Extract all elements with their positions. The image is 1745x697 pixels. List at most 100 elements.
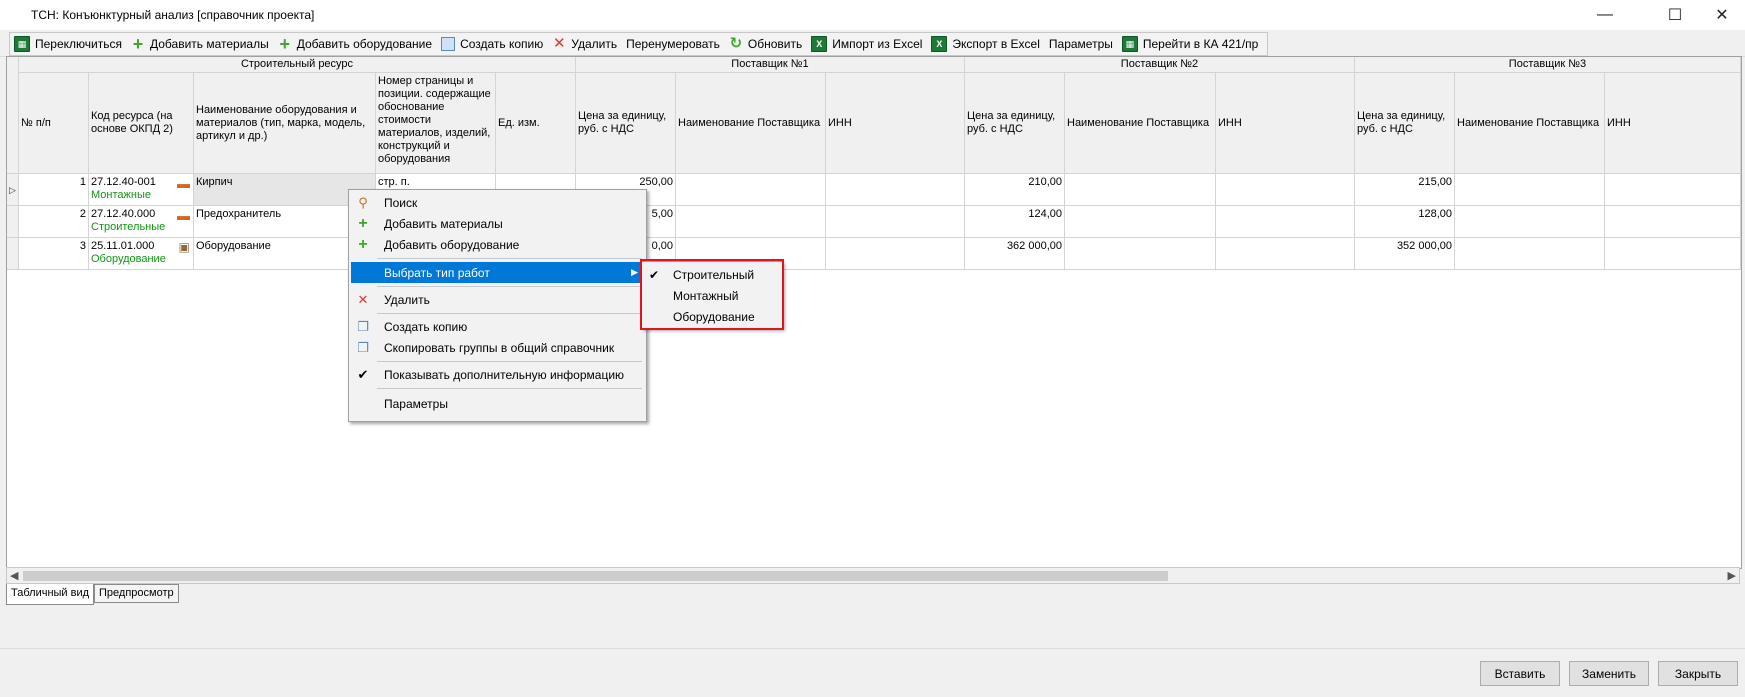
group-header-supplier3: Поставщик №3: [1355, 57, 1741, 73]
excel-icon: X: [931, 36, 948, 52]
cell-inn3[interactable]: [1605, 206, 1741, 238]
row-indicator[interactable]: ▷: [7, 174, 19, 206]
scroll-left-icon[interactable]: ◀: [10, 569, 18, 582]
menu-item-copy-groups[interactable]: ❐ Скопировать группы в общий справочник: [351, 337, 644, 358]
row-indicator[interactable]: [7, 238, 19, 270]
data-grid[interactable]: Строительный ресурс Поставщик №1 Поставщ…: [6, 56, 1742, 569]
cell-num[interactable]: 1: [19, 174, 89, 206]
parameters-button[interactable]: Параметры: [1045, 33, 1118, 55]
group-header-supplier2: Поставщик №2: [965, 57, 1355, 73]
grid-corner: [7, 57, 19, 174]
menu-item-add-materials[interactable]: + Добавить материалы: [351, 213, 644, 234]
renumber-button[interactable]: Перенумеровать: [622, 33, 725, 55]
col-header-name[interactable]: Наименование оборудования и материалов (…: [194, 73, 376, 174]
col-header-supplier-name2[interactable]: Наименование Поставщика: [1065, 73, 1216, 174]
cell-supplier-name2[interactable]: [1065, 238, 1216, 270]
minimize-button[interactable]: —: [1582, 0, 1628, 30]
tab-table-view[interactable]: Табличный вид: [6, 584, 95, 605]
col-header-unit[interactable]: Ед. изм.: [496, 73, 576, 174]
cell-code[interactable]: 25.11.01.000 Оборудование ▣: [89, 238, 194, 270]
goto-ka-button[interactable]: ▦ Перейти в КА 421/пр: [1118, 33, 1263, 55]
scroll-right-icon[interactable]: ▶: [1728, 569, 1736, 582]
close-window-button[interactable]: ✕: [1699, 0, 1745, 30]
delete-button[interactable]: ✕ Удалить: [548, 33, 622, 55]
create-copy-button[interactable]: Создать копию: [437, 33, 548, 55]
cell-supplier-name2[interactable]: [1065, 206, 1216, 238]
cell-price3[interactable]: 352 000,00: [1355, 238, 1455, 270]
menu-item-choose-work-type[interactable]: Выбрать тип работ ▶: [351, 262, 644, 283]
footer-divider: [0, 648, 1745, 649]
col-header-inn1[interactable]: ИНН: [826, 73, 965, 174]
replace-button[interactable]: Заменить: [1569, 661, 1649, 686]
menu-item-add-equipment[interactable]: + Добавить оборудование: [351, 234, 644, 255]
cell-inn3[interactable]: [1605, 174, 1741, 206]
cell-price2[interactable]: 124,00: [965, 206, 1065, 238]
insert-button[interactable]: Вставить: [1480, 661, 1560, 686]
cell-supplier-name1[interactable]: [676, 206, 826, 238]
horizontal-scrollbar[interactable]: ◀ ▶: [6, 567, 1740, 584]
x-icon: ✕: [552, 35, 566, 52]
close-button[interactable]: Закрыть: [1658, 661, 1738, 686]
scrollbar-thumb[interactable]: [23, 571, 1168, 581]
export-excel-button[interactable]: X Экспорт в Excel: [927, 33, 1044, 55]
col-header-inn2[interactable]: ИНН: [1216, 73, 1355, 174]
cell-supplier-name3[interactable]: [1455, 238, 1605, 270]
cell-supplier-name2[interactable]: [1065, 174, 1216, 206]
menu-separator: [377, 361, 642, 362]
cell-inn2[interactable]: [1216, 174, 1355, 206]
col-header-num[interactable]: № п/п: [19, 73, 89, 174]
switch-button[interactable]: ▦ Переключиться: [10, 33, 127, 55]
cell-code[interactable]: 27.12.40-001 Монтажные ▬: [89, 174, 194, 206]
cell-supplier-name3[interactable]: [1455, 206, 1605, 238]
cell-price2[interactable]: 210,00: [965, 174, 1065, 206]
cell-code[interactable]: 27.12.40.000 Строительные ▬: [89, 206, 194, 238]
menu-item-delete[interactable]: ✕ Удалить: [351, 289, 644, 310]
work-type-label: Оборудование: [91, 253, 166, 265]
col-header-inn3[interactable]: ИНН: [1605, 73, 1741, 174]
maximize-button[interactable]: ☐: [1652, 0, 1698, 30]
menu-item-show-extra-info[interactable]: ✔ Показывать дополнительную информацию: [351, 364, 644, 385]
menu-item-search[interactable]: ⚲ Поиск: [351, 192, 644, 213]
col-header-supplier-name3[interactable]: Наименование Поставщика: [1455, 73, 1605, 174]
col-header-price2[interactable]: Цена за единицу, руб. с НДС: [965, 73, 1065, 174]
cell-price3[interactable]: 128,00: [1355, 206, 1455, 238]
cell-inn3[interactable]: [1605, 238, 1741, 270]
export-excel-label: Экспорт в Excel: [952, 37, 1040, 51]
delete-label: Удалить: [571, 37, 618, 51]
excel-sheet-icon: ▦: [1121, 36, 1138, 52]
cell-price2[interactable]: 362 000,00: [965, 238, 1065, 270]
cell-inn1[interactable]: [826, 206, 965, 238]
cell-num[interactable]: 3: [19, 238, 89, 270]
switch-button-label: Переключиться: [35, 37, 122, 51]
col-header-page[interactable]: Номер страницы и позиции. содержащие обо…: [376, 73, 496, 174]
copy-icon: ❐: [357, 339, 369, 355]
cell-inn1[interactable]: [826, 174, 965, 206]
menu-item-label: Показывать дополнительную информацию: [384, 367, 625, 382]
cell-supplier-name3[interactable]: [1455, 174, 1605, 206]
col-header-code[interactable]: Код ресурса (на основе ОКПД 2): [89, 73, 194, 174]
cell-inn2[interactable]: [1216, 238, 1355, 270]
refresh-button[interactable]: ↻ Обновить: [725, 33, 807, 55]
import-excel-button[interactable]: X Импорт из Excel: [807, 33, 927, 55]
col-header-price1[interactable]: Цена за единицу, руб. с НДС: [576, 73, 676, 174]
import-excel-label: Импорт из Excel: [832, 37, 923, 51]
copy-icon: [441, 37, 456, 51]
checkmark-icon: ✔: [357, 366, 369, 382]
cell-inn2[interactable]: [1216, 206, 1355, 238]
renumber-label: Перенумеровать: [626, 37, 720, 51]
add-materials-button[interactable]: + Добавить материалы: [127, 33, 274, 55]
menu-item-create-copy[interactable]: ❐ Создать копию: [351, 316, 644, 337]
context-menu: ⚲ Поиск + Добавить материалы + Добавить …: [348, 189, 647, 422]
menu-item-parameters[interactable]: Параметры: [351, 393, 644, 414]
cell-supplier-name1[interactable]: [676, 174, 826, 206]
cell-price3[interactable]: 215,00: [1355, 174, 1455, 206]
row-indicator[interactable]: [7, 206, 19, 238]
col-header-supplier-name1[interactable]: Наименование Поставщика: [676, 73, 826, 174]
cell-inn1[interactable]: [826, 238, 965, 270]
cell-num[interactable]: 2: [19, 206, 89, 238]
menu-item-label: Добавить материалы: [384, 216, 503, 231]
col-header-price3[interactable]: Цена за единицу, руб. с НДС: [1355, 73, 1455, 174]
tab-preview[interactable]: Предпросмотр: [94, 584, 179, 603]
add-equipment-button[interactable]: + Добавить оборудование: [274, 33, 437, 55]
title-bar: ТСН: Конъюнктурный анализ [справочник пр…: [0, 0, 1745, 30]
